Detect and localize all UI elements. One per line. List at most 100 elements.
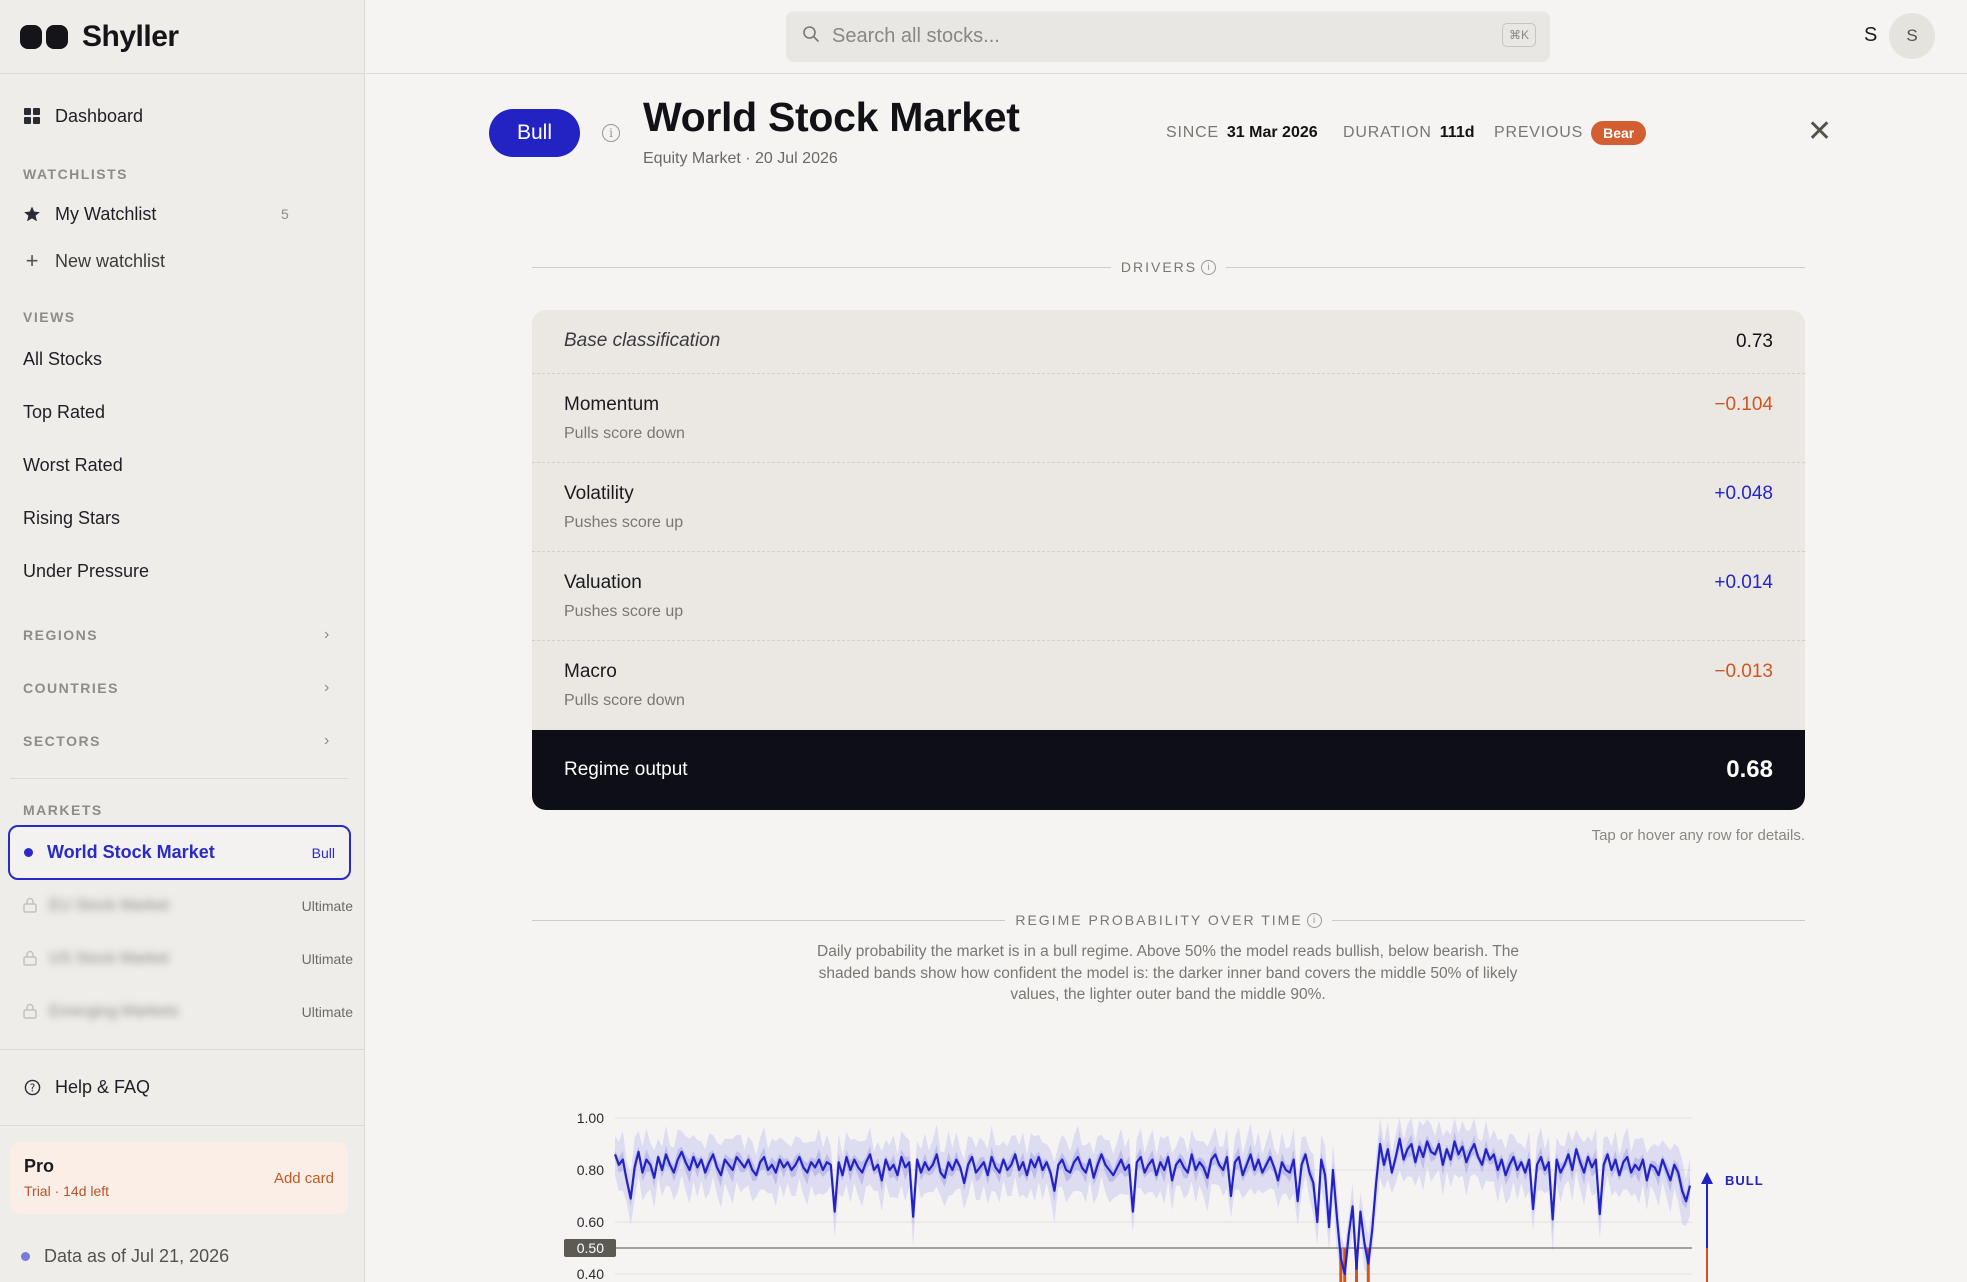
info-icon[interactable]: i	[602, 124, 620, 142]
driver-value: −0.104	[1714, 394, 1773, 415]
regime-output-row[interactable]: Regime output 0.68	[532, 730, 1805, 810]
regime-badge[interactable]: Bull	[489, 109, 580, 157]
driver-value: +0.048	[1714, 483, 1773, 504]
market-name: EU Stock Market	[49, 897, 170, 914]
views-label: VIEWS	[23, 309, 76, 325]
duration-meta: DURATION 111d	[1343, 124, 1474, 142]
sidebar-item-dashboard[interactable]: Dashboard	[0, 100, 364, 132]
sidebar-group-countries[interactable]: COUNTRIES ›	[0, 673, 364, 703]
search-bar[interactable]: ⌘K	[786, 11, 1550, 62]
group-label: SECTORS	[23, 733, 101, 749]
sidebar-group-regions[interactable]: REGIONS ›	[0, 620, 364, 650]
tier-label: Ultimate	[301, 1004, 353, 1020]
plan-card: Pro Trial · 14d left Add card	[10, 1142, 348, 1214]
output-value: 0.68	[1726, 756, 1773, 783]
tier-label: Ultimate	[301, 951, 353, 967]
driver-name: Volatility	[564, 483, 634, 504]
confidence-band-90	[615, 1118, 1690, 1274]
brand[interactable]: Shyller	[0, 0, 364, 74]
sidebar-item-label: Rising Stars	[23, 507, 121, 528]
previous-label: PREVIOUS	[1494, 124, 1584, 141]
help-faq-link[interactable]: ? Help & FAQ	[0, 1071, 364, 1103]
chevron-right-icon: ›	[324, 626, 330, 643]
y-tick-label: 0.50	[577, 1240, 604, 1256]
status-dot	[21, 1252, 30, 1261]
driver-row-macro[interactable]: Macro Pulls score down −0.013	[532, 641, 1805, 730]
regime-probability-chart[interactable]: 1.00 0.80 0.60 0.50 0.40 BULL	[560, 1100, 1820, 1282]
y-tick-label: 0.40	[577, 1266, 604, 1282]
market-item-locked[interactable]: EU Stock Market Ultimate	[23, 895, 353, 917]
info-icon[interactable]: i	[1201, 259, 1217, 275]
grid-icon	[23, 107, 41, 125]
tier-label: Ultimate	[301, 898, 353, 914]
previous-meta: PREVIOUS Bear	[1494, 121, 1647, 145]
output-label: Regime output	[564, 759, 688, 780]
previous-regime-badge: Bear	[1591, 121, 1647, 145]
group-label: REGIONS	[23, 627, 99, 643]
star-icon	[23, 205, 41, 223]
chevron-right-icon: ›	[324, 732, 330, 749]
driver-name: Base classification	[564, 330, 721, 351]
avatar[interactable]: S	[1889, 13, 1935, 59]
market-item-locked[interactable]: Emerging Markets Ultimate	[23, 1001, 353, 1023]
driver-effect: Pushes score up	[564, 603, 684, 620]
lock-icon	[23, 950, 37, 969]
sidebar-item-all-stocks[interactable]: All Stocks	[0, 343, 364, 375]
lock-icon	[23, 897, 37, 916]
driver-name: Valuation	[564, 572, 642, 593]
probability-heading-text: REGIME PROBABILITY OVER TIME	[1015, 912, 1303, 928]
new-watchlist-button[interactable]: + New watchlist	[0, 245, 364, 277]
drivers-heading: DRIVERS i	[532, 257, 1806, 277]
probability-heading: REGIME PROBABILITY OVER TIME i	[532, 910, 1806, 930]
sidebar-group-sectors[interactable]: SECTORS ›	[0, 726, 364, 756]
info-icon[interactable]: i	[1306, 912, 1322, 928]
driver-value: +0.014	[1714, 572, 1773, 593]
page-subtitle: Equity Market · 20 Jul 2026	[643, 150, 838, 167]
market-regime-tag: Bull	[311, 844, 335, 861]
lock-icon	[23, 1003, 37, 1022]
sidebar-item-label: Help & FAQ	[55, 1076, 151, 1097]
shortcut-hint: ⌘K	[1501, 23, 1536, 47]
page-title: World Stock Market	[643, 94, 1020, 140]
market-item-locked[interactable]: US Stock Market Ultimate	[23, 948, 353, 970]
driver-name: Macro	[564, 661, 617, 682]
drivers-hint: Tap or hover any row for details.	[1591, 827, 1805, 844]
driver-effect: Pulls score down	[564, 425, 685, 442]
sidebar-item-label: My Watchlist	[55, 203, 157, 224]
add-card-button[interactable]: Add card	[274, 1170, 334, 1187]
sidebar-item-worst-rated[interactable]: Worst Rated	[0, 449, 364, 481]
watchlists-label: WATCHLISTS	[23, 166, 128, 182]
user-initial: S	[1864, 24, 1878, 46]
sidebar-item-top-rated[interactable]: Top Rated	[0, 396, 364, 428]
driver-effect: Pulls score down	[564, 692, 685, 709]
market-name: US Stock Market	[49, 950, 170, 967]
driver-row-volatility[interactable]: Volatility Pushes score up +0.048	[532, 463, 1805, 552]
driver-row-valuation[interactable]: Valuation Pushes score up +0.014	[532, 552, 1805, 641]
driver-effect: Pushes score up	[564, 514, 684, 531]
probability-description: Daily probability the market is in a bul…	[817, 943, 1519, 1003]
brand-logo-icon	[20, 24, 68, 49]
data-asof-label: Data as of Jul 21, 2026	[44, 1246, 230, 1266]
bull-arrow-head	[1701, 1172, 1713, 1184]
market-item-world-stock-market[interactable]: World Stock Market Bull	[8, 825, 351, 880]
market-name: World Stock Market	[47, 842, 215, 862]
close-icon[interactable]: ✕	[1807, 117, 1832, 147]
driver-row-momentum[interactable]: Momentum Pulls score down −0.104	[532, 374, 1805, 463]
y-tick-label: 1.00	[577, 1110, 604, 1126]
help-circle-icon: ?	[23, 1078, 41, 1096]
divider	[0, 1049, 364, 1050]
y-tick-label: 0.60	[577, 1214, 604, 1230]
driver-row-base[interactable]: Base classification 0.73	[532, 310, 1805, 374]
brand-name: Shyller	[82, 19, 179, 53]
watchlist-count: 5	[281, 206, 289, 222]
sidebar-item-label: Worst Rated	[23, 454, 123, 475]
sidebar-item-rising-stars[interactable]: Rising Stars	[0, 502, 364, 534]
bull-marker: BULL	[1701, 1172, 1763, 1282]
driver-value: 0.73	[1736, 331, 1773, 352]
sidebar-item-my-watchlist[interactable]: My Watchlist 5	[0, 198, 364, 230]
sidebar-item-under-pressure[interactable]: Under Pressure	[0, 555, 364, 587]
search-icon	[802, 25, 820, 48]
drivers-heading-text: DRIVERS	[1120, 259, 1198, 275]
search-input[interactable]	[832, 25, 1432, 48]
duration-label: DURATION	[1343, 124, 1432, 141]
